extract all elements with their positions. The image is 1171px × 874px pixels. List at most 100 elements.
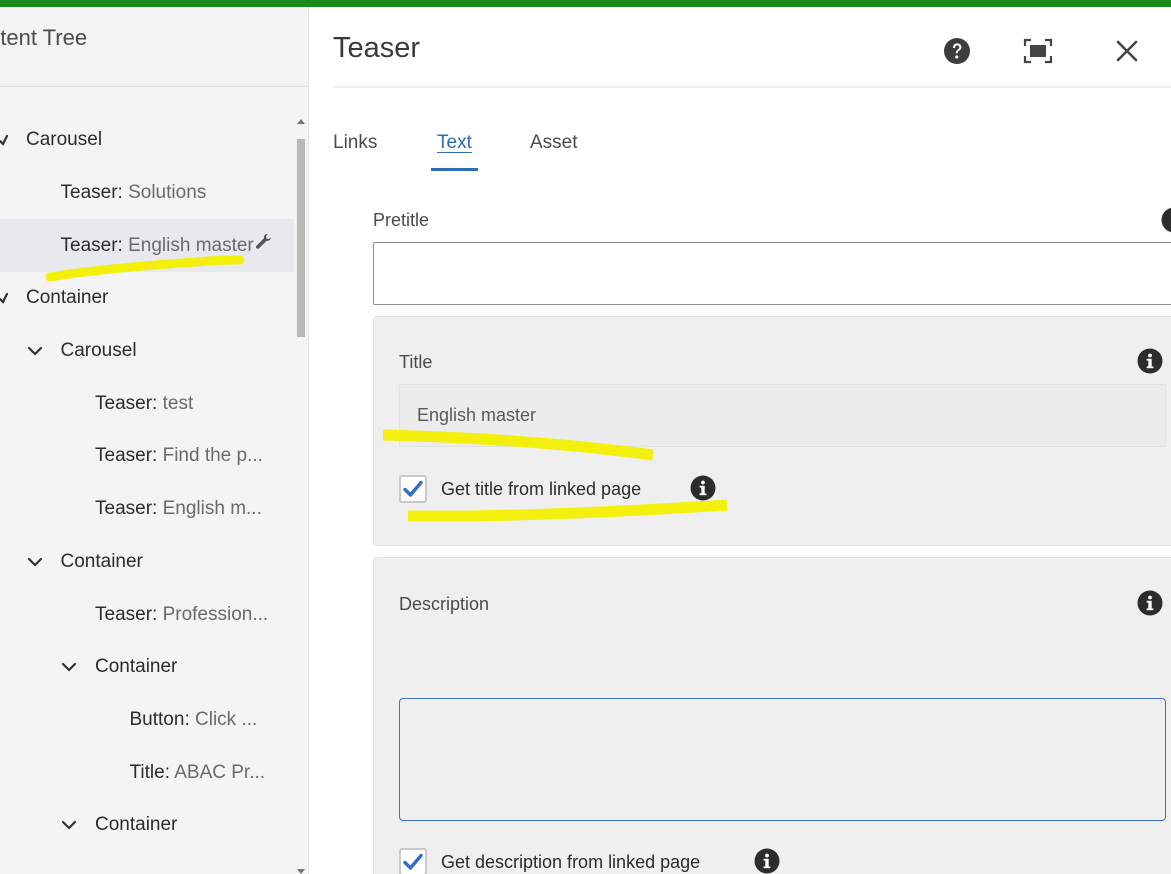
- scroll-up-arrow-icon[interactable]: [297, 119, 305, 124]
- tree-item-separator: :: [152, 445, 163, 467]
- tree-item-name: test: [162, 392, 194, 414]
- tree-item[interactable]: Container: [0, 272, 294, 325]
- tree-item-name: Click ...: [195, 708, 258, 730]
- tab-asset[interactable]: Asset: [530, 132, 578, 154]
- checkmark-icon: [403, 480, 423, 497]
- tree-item-label: Container: [95, 814, 177, 836]
- tree-item-label: Container: [61, 551, 143, 573]
- chevron-down-icon[interactable]: [25, 552, 45, 572]
- tree-item-type: Container: [95, 814, 178, 836]
- close-icon: [1116, 40, 1138, 62]
- active-tab-indicator: [431, 168, 478, 171]
- tree-item-name: Find the p...: [162, 445, 263, 467]
- tree-item-type: Carousel: [26, 129, 103, 151]
- tree-item-type: Carousel: [60, 340, 137, 362]
- tree-item-name: Solutions: [128, 182, 207, 204]
- chevron-down-icon[interactable]: [59, 657, 79, 677]
- description-info-icon[interactable]: [1137, 590, 1163, 616]
- tree-item-type: Button: [129, 708, 185, 730]
- teaser-dialog: Teaser Links Text Asset Pretitle Title E…: [309, 7, 1171, 874]
- description-input[interactable]: [399, 698, 1166, 821]
- chevron-down-icon[interactable]: [59, 815, 79, 835]
- tree-item-type: Teaser: [60, 234, 118, 256]
- tree-item[interactable]: Teaser: Profession...: [0, 588, 294, 641]
- tree-item-name: English master: [128, 234, 254, 256]
- tab-links[interactable]: Links: [333, 132, 377, 154]
- fullscreen-button[interactable]: [1022, 35, 1054, 67]
- tree-item-type: Container: [26, 287, 109, 309]
- title-info-icon[interactable]: [1137, 348, 1163, 374]
- tree-item[interactable]: Teaser: English master: [0, 219, 294, 273]
- tree-item[interactable]: Container: [0, 536, 294, 589]
- top-accent-bar: [0, 0, 1171, 7]
- description-from-linked-page-label[interactable]: Get description from linked page: [441, 852, 700, 873]
- description-label: Description: [399, 594, 490, 614]
- tree-item-label: Carousel: [61, 340, 137, 362]
- tree-item[interactable]: Teaser: English m...: [0, 483, 294, 536]
- checkmark-icon: [403, 853, 423, 870]
- tree-item-label: Teaser: English master: [61, 235, 254, 257]
- tree-item-label: Teaser: test: [95, 393, 193, 415]
- tree-item-separator: :: [164, 761, 175, 783]
- tree-item[interactable]: Teaser: test: [0, 377, 294, 430]
- tree-item[interactable]: Teaser: Find the p...: [0, 430, 294, 483]
- panel-divider: [0, 86, 308, 87]
- description-checkbox-info-icon[interactable]: [754, 848, 780, 874]
- tree-item-label: Teaser: English m...: [95, 498, 262, 520]
- tree-item-type: Teaser: [95, 498, 153, 520]
- tree-item-name: English m...: [162, 498, 262, 520]
- tree-item-separator: :: [152, 498, 163, 520]
- tree-item[interactable]: Button: Click ...: [0, 694, 294, 747]
- expand-check-icon[interactable]: [0, 130, 10, 150]
- tree-item-name: Profession...: [162, 603, 269, 625]
- tree-scrollbar[interactable]: [294, 117, 308, 874]
- title-from-linked-page-label[interactable]: Get title from linked page: [441, 479, 641, 500]
- tree-item-separator: :: [117, 234, 129, 256]
- dialog-header-divider: [333, 86, 1171, 88]
- title-checkbox-info-icon[interactable]: [690, 475, 716, 501]
- dialog-title: Teaser: [333, 32, 421, 64]
- tree-item-separator: :: [152, 392, 163, 414]
- content-tree-panel: ntent Tree CarouselTeaser: SolutionsTeas…: [0, 7, 309, 874]
- title-from-linked-page-checkbox[interactable]: [399, 475, 427, 503]
- panel-title: ntent Tree: [0, 25, 88, 50]
- scroll-thumb[interactable]: [297, 139, 305, 337]
- pretitle-info-icon[interactable]: [1161, 207, 1171, 233]
- tree-item[interactable]: Carousel: [0, 325, 294, 378]
- tree-item-separator: :: [184, 708, 195, 730]
- help-icon: [944, 38, 970, 64]
- tab-text[interactable]: Text: [437, 132, 472, 154]
- tree-item-type: Teaser: [95, 603, 153, 625]
- tree-item-type: Title: [129, 761, 165, 783]
- tree-item-separator: :: [117, 182, 129, 204]
- title-input[interactable]: English master: [399, 384, 1166, 447]
- tree-item-type: Teaser: [95, 392, 153, 414]
- tree-item-separator: :: [152, 603, 163, 625]
- tree-item-label: Teaser: Find the p...: [95, 445, 263, 467]
- help-button[interactable]: [941, 35, 973, 67]
- tree-item-label: Teaser: Profession...: [95, 604, 268, 626]
- tree-item-label: Title: ABAC Pr...: [130, 762, 266, 784]
- description-from-linked-page-checkbox[interactable]: [399, 848, 427, 874]
- tree-item[interactable]: Container: [0, 641, 294, 694]
- tree-item-type: Container: [60, 550, 143, 572]
- chevron-down-icon[interactable]: [25, 341, 45, 361]
- pretitle-input[interactable]: [373, 242, 1171, 305]
- tree-item[interactable]: Title: ABAC Pr...: [0, 746, 294, 799]
- expand-check-icon[interactable]: [0, 288, 10, 308]
- close-button[interactable]: [1111, 35, 1143, 67]
- tree-item[interactable]: Container: [0, 799, 294, 852]
- wrench-icon[interactable]: [254, 232, 274, 252]
- fullscreen-icon: [1023, 38, 1053, 64]
- tree-item-label: Carousel: [26, 129, 102, 151]
- title-label: Title: [399, 352, 433, 372]
- tree-item[interactable]: Teaser: Solutions: [0, 167, 294, 220]
- pretitle-label: Pretitle: [373, 210, 430, 230]
- tree-item[interactable]: Carousel: [0, 114, 294, 167]
- scroll-down-arrow-icon[interactable]: [297, 869, 305, 874]
- tree-item-label: Container: [26, 287, 108, 309]
- tree-item-label: Teaser: Solutions: [61, 182, 207, 204]
- tree-item-type: Teaser: [95, 445, 153, 467]
- tree-item-type: Teaser: [60, 182, 118, 204]
- tree-item-label: Container: [95, 656, 177, 678]
